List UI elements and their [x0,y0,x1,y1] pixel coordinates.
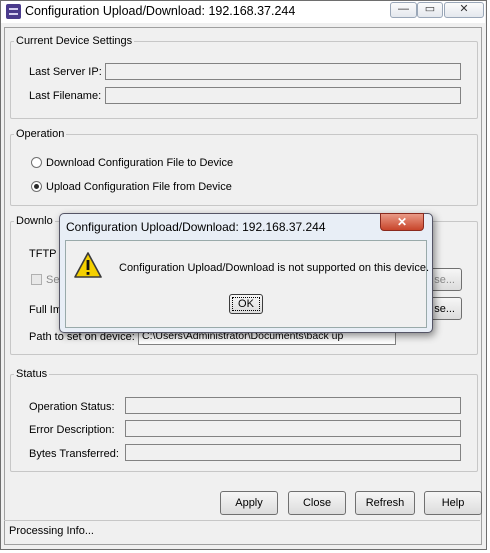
operation-status-field [125,397,461,414]
last-server-ip-label: Last Server IP: [29,66,102,78]
close-window-button[interactable]: Close [288,491,346,515]
refresh-button[interactable]: Refresh [355,491,415,515]
status-bar-text: Processing Info... [9,525,94,537]
save-checkbox-label: Se [46,274,60,286]
warning-icon [73,251,103,279]
upload-radio[interactable] [31,181,42,192]
dialog-body [65,240,427,328]
window-title: Configuration Upload/Download: 192.168.3… [25,4,296,18]
upload-radio-label[interactable]: Upload Configuration File from Device [46,181,232,193]
status-bar: Processing Info... [4,520,480,541]
apply-button[interactable]: Apply [220,491,278,515]
last-server-ip-field [105,63,461,80]
group-legend: Status [16,368,48,380]
maximize-button[interactable]: ▭ [417,2,443,18]
close-button[interactable]: ✕ [444,2,484,18]
title-bar[interactable]: Configuration Upload/Download: 192.168.3… [1,1,485,23]
group-legend: Downlo [16,215,53,227]
download-radio[interactable] [31,157,42,168]
minimize-button[interactable]: — [390,2,417,18]
full-image-label: Full Im [29,304,62,316]
download-radio-label[interactable]: Download Configuration File to Device [46,157,233,169]
bytes-transferred-label: Bytes Transferred: [29,448,119,460]
group-legend: Current Device Settings [16,35,133,47]
help-button[interactable]: Help [424,491,482,515]
error-description-label: Error Description: [29,424,115,436]
dialog-close-button[interactable]: ✕ [380,213,424,231]
bytes-transferred-field [125,444,461,461]
dialog-message: Configuration Upload/Download is not sup… [119,262,430,274]
group-legend: Operation [16,128,65,140]
error-description-field [125,420,461,437]
app-icon [6,4,21,19]
last-filename-field [105,87,461,104]
operation-status-label: Operation Status: [29,401,115,413]
last-filename-label: Last Filename: [29,90,102,102]
save-checkbox[interactable] [31,274,42,285]
ok-button[interactable]: OK [229,294,263,314]
dialog-title: Configuration Upload/Download: 192.168.3… [66,220,326,234]
